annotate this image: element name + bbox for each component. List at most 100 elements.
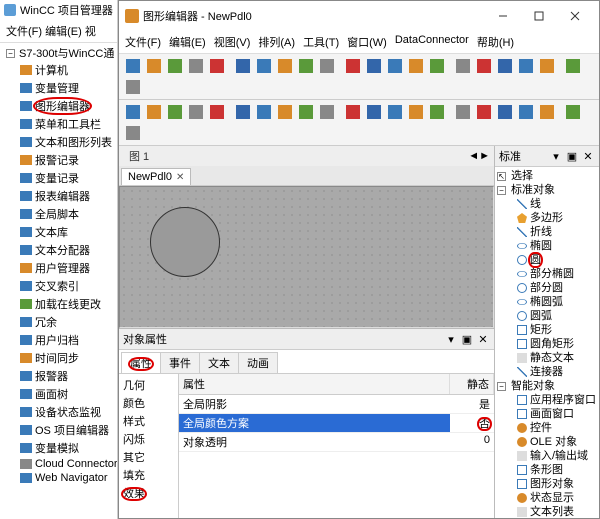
palette-item[interactable]: 条形图 <box>495 463 599 477</box>
toolbar-button[interactable] <box>144 102 164 122</box>
tree-item[interactable]: 用户归档 <box>4 331 117 349</box>
toolbar-button[interactable] <box>165 56 185 76</box>
expand-icon[interactable]: − <box>497 382 506 391</box>
properties-dropdown-icon[interactable]: ▾ <box>444 332 458 346</box>
palette-group[interactable]: −智能对象 <box>495 379 599 393</box>
properties-category[interactable]: 其它 <box>121 448 176 466</box>
palette-item[interactable]: 状态显示 <box>495 491 599 505</box>
toolbar-button[interactable] <box>343 56 363 76</box>
toolbar-button[interactable] <box>385 102 405 122</box>
menu-item[interactable]: 文件(F) <box>125 34 161 50</box>
toolbar-button[interactable] <box>275 56 295 76</box>
properties-close-icon[interactable]: ✕ <box>476 332 490 346</box>
palette-item[interactable]: 矩形 <box>495 323 599 337</box>
menu-item[interactable]: 视图(V) <box>214 34 251 50</box>
toolbar-button[interactable] <box>123 77 143 97</box>
toolbar-button[interactable] <box>474 102 494 122</box>
tree-item[interactable]: 用户管理器 <box>4 259 117 277</box>
palette-pin-icon[interactable]: ▣ <box>565 149 579 163</box>
tree-item[interactable]: 文本分配器 <box>4 241 117 259</box>
layer-label[interactable]: 图 1 <box>123 148 155 164</box>
toolbar-button[interactable] <box>343 102 363 122</box>
toolbar-button[interactable] <box>516 56 536 76</box>
tree-item[interactable]: Cloud Connector <box>4 457 117 471</box>
palette-item[interactable]: 应用程序窗口 <box>495 393 599 407</box>
toolbar-button[interactable] <box>254 56 274 76</box>
tree-item[interactable]: 菜单和工具栏 <box>4 115 117 133</box>
palette-item[interactable]: 线 <box>495 197 599 211</box>
menu-item[interactable]: 帮助(H) <box>477 34 514 50</box>
project-manager-menu[interactable]: 文件(F) 编辑(E) 视 <box>0 20 117 43</box>
palette-item[interactable]: 输入/输出域 <box>495 449 599 463</box>
canvas-grid[interactable] <box>120 187 493 327</box>
toolbar-button[interactable] <box>317 56 337 76</box>
toolbar-button[interactable] <box>186 56 206 76</box>
tree-item[interactable]: 加载在线更改 <box>4 295 117 313</box>
palette-item[interactable]: 圆角矩形 <box>495 337 599 351</box>
properties-row[interactable]: 全局阴影是 <box>179 395 494 414</box>
properties-row[interactable]: 对象透明0 <box>179 433 494 452</box>
toolbar-button[interactable] <box>537 56 557 76</box>
palette-item[interactable]: 椭圆 <box>495 239 599 253</box>
toolbar-button[interactable] <box>207 102 227 122</box>
minimize-button[interactable] <box>485 5 521 27</box>
palette-item[interactable]: 圆弧 <box>495 309 599 323</box>
canvas-area[interactable] <box>119 186 494 328</box>
toolbar-button[interactable] <box>427 56 447 76</box>
document-tab[interactable]: NewPdl0 ✕ <box>121 168 191 185</box>
toolbar-button[interactable] <box>495 102 515 122</box>
toolbar-button[interactable] <box>233 102 253 122</box>
tree-item[interactable]: 设备状态监视 <box>4 403 117 421</box>
tree-item[interactable]: 变量模拟 <box>4 439 117 457</box>
properties-row[interactable]: 全局颜色方案否 <box>179 414 494 433</box>
toolbar-button[interactable] <box>406 56 426 76</box>
palette-item[interactable]: 控件 <box>495 421 599 435</box>
editor-titlebar[interactable]: 图形编辑器 - NewPdl0 <box>119 1 599 31</box>
palette-item[interactable]: 静态文本 <box>495 351 599 365</box>
layer-nav-left-icon[interactable]: ◄ <box>468 150 479 162</box>
properties-category[interactable]: 效果 <box>121 484 176 502</box>
expand-icon[interactable]: − <box>497 186 506 195</box>
toolbar-button[interactable] <box>296 102 316 122</box>
palette-item[interactable]: 椭圆弧 <box>495 295 599 309</box>
toolbar-button[interactable] <box>364 56 384 76</box>
palette-dropdown-icon[interactable]: ▾ <box>549 149 563 163</box>
menu-item[interactable]: 排列(A) <box>258 34 295 50</box>
palette-item[interactable]: 连接器 <box>495 365 599 379</box>
menu-item[interactable]: 窗口(W) <box>347 34 387 50</box>
palette-item[interactable]: 多边形 <box>495 211 599 225</box>
properties-header-attribute[interactable]: 属性 <box>179 374 450 394</box>
palette-item[interactable]: 折线 <box>495 225 599 239</box>
toolbar-button[interactable] <box>364 102 384 122</box>
toolbar-button[interactable] <box>207 56 227 76</box>
tree-item[interactable]: 计算机 <box>4 61 117 79</box>
close-button[interactable] <box>557 5 593 27</box>
menu-item[interactable]: 工具(T) <box>303 34 339 50</box>
toolbar-button[interactable] <box>427 102 447 122</box>
palette-item[interactable]: OLE 对象 <box>495 435 599 449</box>
toolbar-button[interactable] <box>453 56 473 76</box>
tree-item[interactable]: 时间同步 <box>4 349 117 367</box>
palette-item[interactable]: 图形对象 <box>495 477 599 491</box>
palette-item[interactable]: 文本列表 <box>495 505 599 518</box>
properties-pin-icon[interactable]: ▣ <box>460 332 474 346</box>
toolbar-button[interactable] <box>317 102 337 122</box>
properties-row-value[interactable]: 否 <box>450 414 494 432</box>
tree-item[interactable]: 冗余 <box>4 313 117 331</box>
palette-item[interactable]: 圆 <box>495 253 599 267</box>
properties-row-value[interactable]: 是 <box>450 395 494 413</box>
tree-item[interactable]: 图形编辑器 <box>4 97 117 115</box>
toolbar-button[interactable] <box>537 102 557 122</box>
tree-item[interactable]: 画面树 <box>4 385 117 403</box>
properties-tab[interactable]: 事件 <box>160 352 200 373</box>
tree-item[interactable]: 变量管理 <box>4 79 117 97</box>
close-tab-icon[interactable]: ✕ <box>176 172 184 183</box>
tree-item[interactable]: OS 项目编辑器 <box>4 421 117 439</box>
properties-tab[interactable]: 文本 <box>199 352 239 373</box>
properties-tab[interactable]: 属性 <box>121 352 161 373</box>
tree-item[interactable]: 报警器 <box>4 367 117 385</box>
toolbar-button[interactable] <box>453 102 473 122</box>
toolbar-button[interactable] <box>254 102 274 122</box>
properties-category[interactable]: 闪烁 <box>121 430 176 448</box>
properties-row-value[interactable]: 0 <box>450 433 494 451</box>
